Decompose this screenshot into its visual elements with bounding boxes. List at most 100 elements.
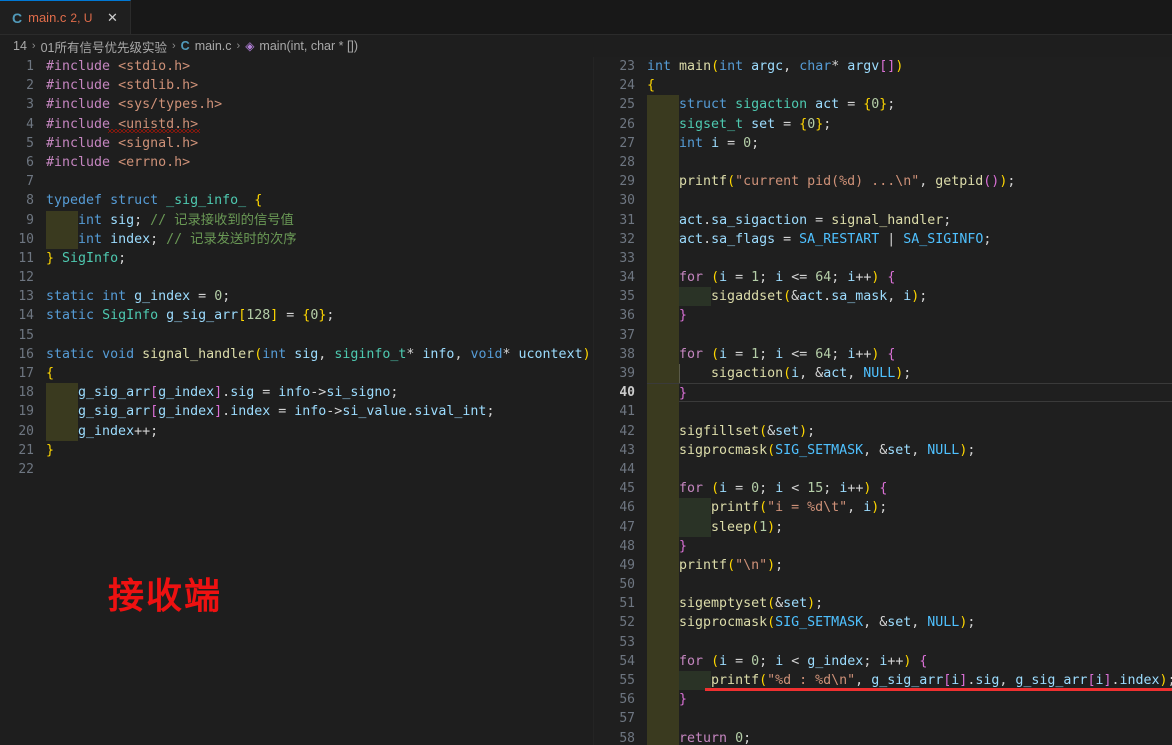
code-line[interactable]: 12 (0, 268, 593, 287)
code-line[interactable]: 35 sigaddset(&act.sa_mask, i); (594, 287, 1172, 307)
code-line[interactable]: 54 for (i = 0; i < g_index; i++) { (594, 651, 1172, 671)
line-number: 13 (18, 289, 34, 305)
indent-guide (647, 632, 680, 652)
code-line[interactable]: 14 static SigInfo g_sig_arr[128] = {0}; (0, 306, 593, 325)
line-number: 37 (619, 327, 635, 343)
tab-main-c[interactable]: C main.c 2, U ✕ (0, 0, 132, 34)
code-line[interactable]: 15 (0, 326, 593, 345)
code-text (647, 325, 1172, 345)
code-line[interactable]: 24 { (594, 76, 1172, 95)
line-number: 41 (619, 404, 635, 420)
code-line[interactable]: 6 #include <errno.h> (0, 153, 593, 172)
code-text: static void signal_handler(int sig, sigi… (46, 346, 591, 362)
editor-scrollbar[interactable] (1158, 57, 1172, 745)
line-number: 45 (619, 481, 635, 497)
line-number: 43 (619, 442, 635, 458)
code-line[interactable]: 56 } (594, 690, 1172, 710)
code-line[interactable]: 31 act.sa_sigaction = signal_handler; (594, 210, 1172, 230)
code-line[interactable]: 26 sigset_t set = {0}; (594, 114, 1172, 134)
code-line[interactable]: 46 printf("i = %d\t", i); (594, 498, 1172, 518)
code-line[interactable]: 33 (594, 248, 1172, 269)
code-line[interactable]: 1 #include <stdio.h> (0, 57, 593, 76)
code-line[interactable]: 45 for (i = 0; i < 15; i++) { (594, 479, 1172, 499)
code-line[interactable]: 25 struct sigaction act = {0}; (594, 95, 1172, 115)
code-line[interactable]: 21} (0, 441, 593, 460)
code-line[interactable]: 11} SigInfo; (0, 249, 593, 268)
code-line[interactable]: 32 act.sa_flags = SA_RESTART | SA_SIGINF… (594, 229, 1172, 249)
editor-pane-left[interactable]: 1 #include <stdio.h> 2 #include <stdlib.h> 3… (0, 57, 593, 745)
code-line[interactable]: 40 } (594, 383, 1172, 404)
breadcrumb-item-1[interactable]: 01所有信号优先级实验 (41, 37, 167, 56)
code-line[interactable]: 50 (594, 575, 1172, 595)
code-line[interactable]: 29 printf("current pid(%d) ...\n", getpi… (594, 172, 1172, 192)
code-line[interactable]: 27 int i = 0; (594, 133, 1172, 153)
code-content-right[interactable]: 23 int main(int argc, char* argv[]) 24 {25 … (594, 57, 1172, 745)
line-number: 5 (26, 135, 34, 151)
code-line[interactable]: 19 g_sig_arr[g_index].index = info->si_v… (0, 402, 593, 422)
code-text: return 0; (647, 728, 1172, 745)
line-number: 33 (619, 250, 635, 266)
code-line[interactable]: 22 (0, 460, 593, 479)
code-line[interactable]: 43 sigprocmask(SIG_SETMASK, &set, NULL); (594, 440, 1172, 460)
line-number: 39 (619, 366, 635, 381)
code-line[interactable]: 34 for (i = 1; i <= 64; i++) { (594, 268, 1172, 288)
code-line[interactable]: 42 sigfillset(&set); (594, 421, 1172, 441)
code-line[interactable]: 47 sleep(1); (594, 517, 1172, 537)
line-number: 31 (619, 212, 635, 228)
code-line[interactable]: 9 int sig; // 记录接收到的信号值 (0, 210, 593, 230)
code-line[interactable]: 37 (594, 325, 1172, 345)
code-line[interactable]: 17 { (0, 364, 593, 383)
code-line[interactable]: 44 (594, 459, 1172, 480)
line-number: 38 (619, 346, 635, 362)
code-line[interactable]: 16 static void signal_handler(int sig, si… (0, 345, 593, 364)
code-line[interactable]: 38 for (i = 1; i <= 64; i++) { (594, 344, 1172, 364)
code-line[interactable]: 23 int main(int argc, char* argv[]) (594, 57, 1172, 76)
line-number: 49 (619, 557, 635, 573)
close-icon[interactable]: ✕ (104, 11, 120, 24)
code-line[interactable]: 52 sigprocmask(SIG_SETMASK, &set, NULL); (594, 613, 1172, 633)
code-line[interactable]: 13 static int g_index = 0; (0, 287, 593, 306)
line-number: 54 (619, 653, 635, 669)
breadcrumb-item-2[interactable]: main.c (195, 39, 232, 53)
line-number: 4 (26, 116, 34, 132)
code-line[interactable]: 39 sigaction(i, &act, NULL); (594, 364, 1172, 384)
code-line[interactable]: 57 (594, 709, 1172, 729)
code-text: sigemptyset(&set); (647, 594, 1172, 614)
indent-guide (647, 402, 680, 422)
indent-guide (647, 709, 680, 729)
code-text: { (46, 366, 55, 381)
code-line[interactable]: 36 } (594, 306, 1172, 326)
code-line[interactable]: 28 (594, 152, 1172, 173)
code-line[interactable]: 53 (594, 632, 1172, 652)
code-line[interactable]: 58 return 0; (594, 728, 1172, 745)
code-line[interactable]: 41 (594, 402, 1172, 422)
code-text: #include <stdio.h> (46, 59, 191, 74)
code-line[interactable]: 18 g_sig_arr[g_index].sig = info->si_sig… (0, 383, 593, 403)
breadcrumb-item-0[interactable]: 14 (13, 39, 27, 53)
line-number: 47 (619, 519, 635, 535)
code-line[interactable]: 3 #include <sys/types.h> (0, 95, 593, 114)
editor-tab-bar: C main.c 2, U ✕ (0, 0, 1172, 35)
breadcrumb-item-3[interactable]: main(int, char * []) (259, 39, 358, 53)
code-line[interactable]: 8 typedef struct _sig_info_ { (0, 191, 593, 210)
editor-pane-right[interactable]: 23 int main(int argc, char* argv[]) 24 {25 … (593, 57, 1172, 745)
code-line[interactable]: 48 } (594, 536, 1172, 556)
code-line[interactable]: 30 (594, 191, 1172, 211)
line-number: 36 (619, 308, 635, 324)
code-line[interactable]: 5 #include <signal.h> (0, 134, 593, 153)
line-number: 55 (619, 673, 635, 688)
code-line[interactable]: 51 sigemptyset(&set); (594, 594, 1172, 614)
code-line[interactable]: 10 int index; // 记录发送时的次序 (0, 229, 593, 249)
breadcrumb: 14 › 01所有信号优先级实验 › C main.c › ◈ main(int… (0, 35, 1172, 57)
code-line[interactable]: 20 g_index++; (0, 421, 593, 441)
annotation-receiver-label: 接收端 (108, 576, 223, 617)
code-line[interactable]: 4 #include <unistd.h> (0, 115, 593, 134)
code-line[interactable]: 2 #include <stdlib.h> (0, 76, 593, 95)
code-content-left[interactable]: 1 #include <stdio.h> 2 #include <stdlib.h> 3… (0, 57, 593, 479)
line-number: 53 (619, 634, 635, 650)
code-line[interactable]: 49 printf("\n"); (594, 555, 1172, 576)
code-text (647, 459, 1172, 480)
code-text: { (647, 78, 656, 94)
code-text: g_sig_arr[g_index].index = info->si_valu… (46, 402, 593, 422)
code-line[interactable]: 7 (0, 172, 593, 191)
